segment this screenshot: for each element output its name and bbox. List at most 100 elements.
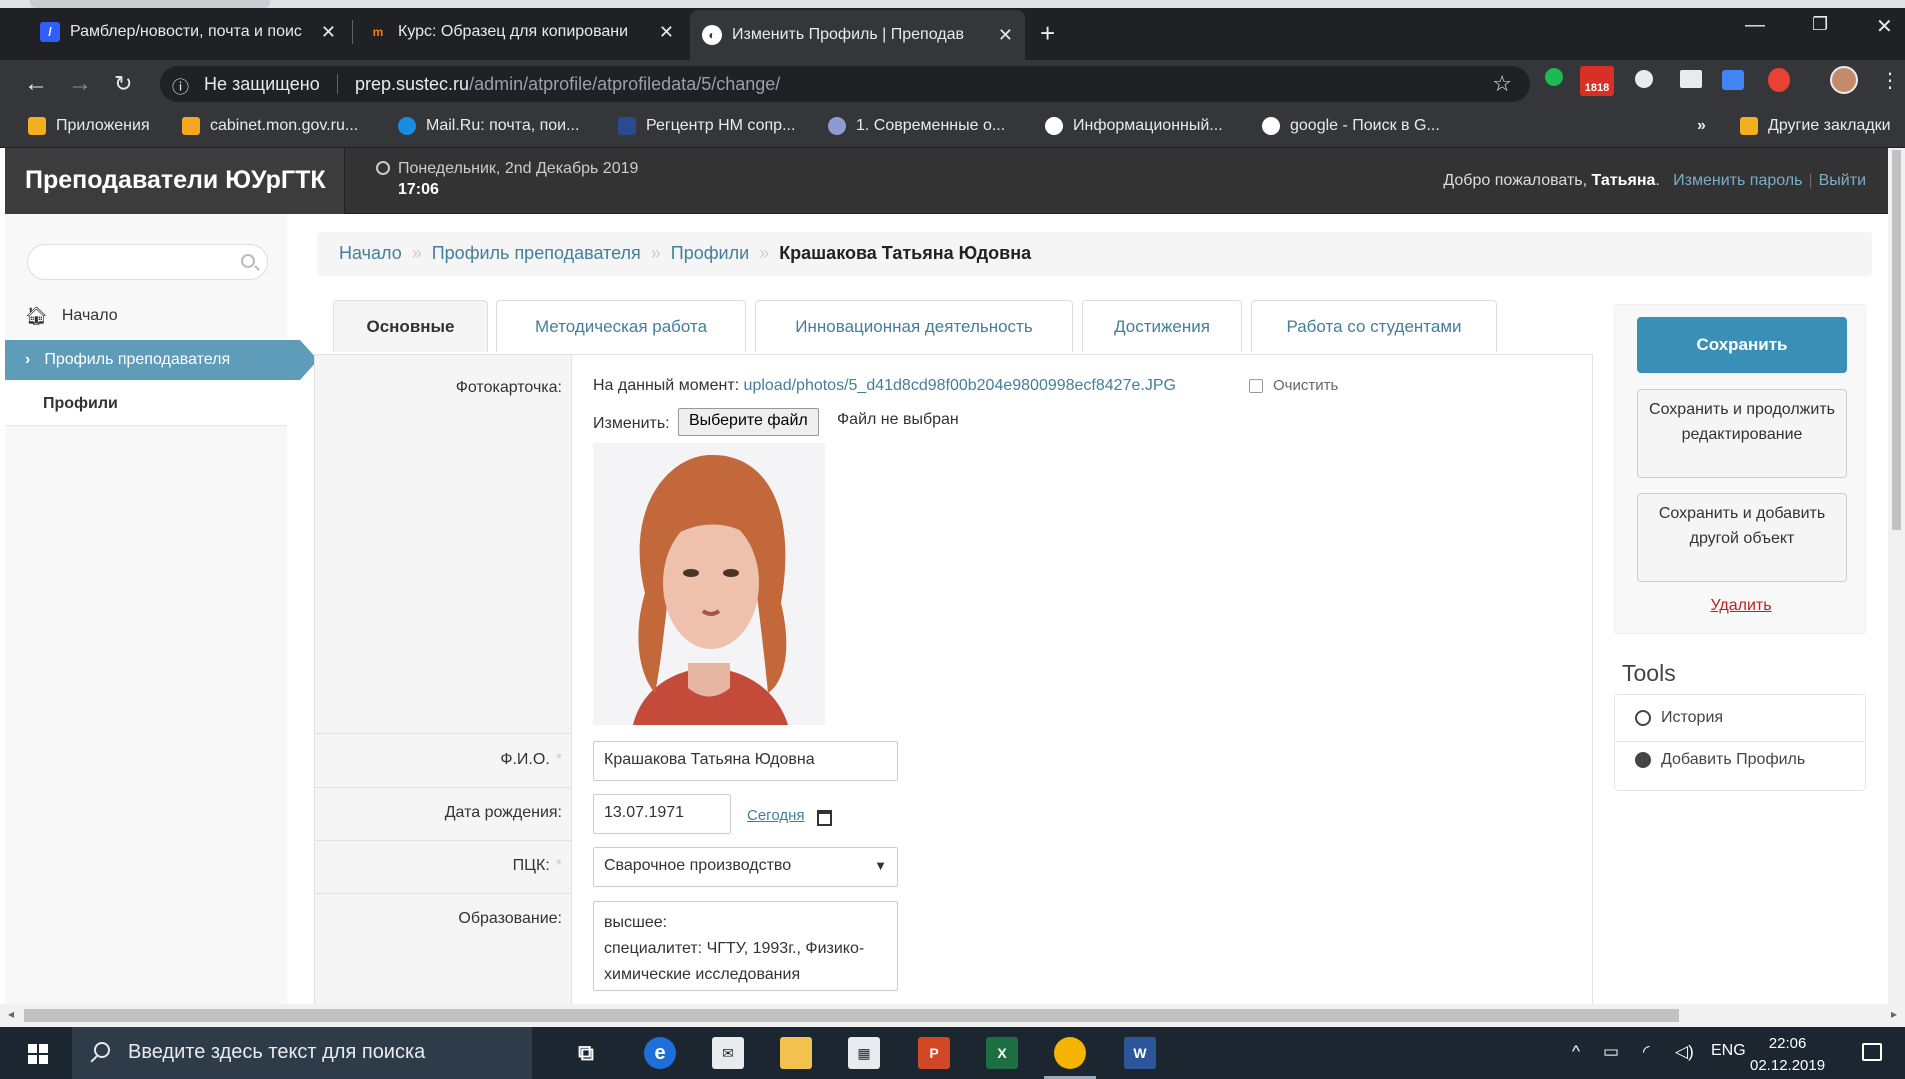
windows-taskbar: Введите здесь текст для поиска ⧉ e ✉ ▦ P… xyxy=(0,1027,1905,1079)
scroll-right-icon[interactable]: ▸ xyxy=(1891,1007,1897,1021)
tab-course[interactable]: m Курс: Образец для копировани ✕ xyxy=(356,12,686,52)
scroll-left-icon[interactable]: ◂ xyxy=(8,1007,14,1021)
url-text[interactable]: prep.sustec.ru/admin/atprofile/atprofile… xyxy=(355,74,780,95)
tab-rambler[interactable]: / Рамблер/новости, почта и поис ✕ xyxy=(28,12,348,52)
tab-main[interactable]: Основные xyxy=(333,300,488,352)
wifi-icon[interactable]: ◜ xyxy=(1643,1042,1650,1062)
education-textarea[interactable]: высшее: специалитет: ЧГТУ, 1993г., Физик… xyxy=(593,901,898,991)
photo-label: Фотокарточка: xyxy=(455,379,562,396)
sidebar-item-teacher-profile[interactable]: › Профиль преподавателя xyxy=(5,340,318,380)
tab-students[interactable]: Работа со студентами xyxy=(1251,300,1497,352)
tab-innovation[interactable]: Инновационная деятельность xyxy=(755,300,1073,352)
sidebar-item-home[interactable]: 🏠︎ Начало xyxy=(5,296,287,336)
logout-link[interactable]: Выйти xyxy=(1819,172,1866,189)
breadcrumb: Начало» Профиль преподавателя» Профили» Кра… xyxy=(317,232,1872,276)
bookmark-star-icon[interactable]: ☆ xyxy=(1492,71,1512,97)
bookmark-regcenter[interactable]: Регцентр НМ сопр... xyxy=(618,117,795,135)
tray-chevron-icon[interactable]: ^ xyxy=(1572,1042,1580,1062)
save-button[interactable]: Сохранить xyxy=(1637,317,1847,373)
window-top-strip xyxy=(0,0,1905,8)
restore-button[interactable]: ❐ xyxy=(1812,14,1828,35)
fio-input[interactable]: Крашакова Татьяна Юдовна xyxy=(593,741,898,781)
change-label: Изменить: xyxy=(593,415,670,432)
volume-icon[interactable]: ◁) xyxy=(1675,1042,1694,1062)
cast-icon[interactable] xyxy=(1680,70,1702,88)
security-label: Не защищено xyxy=(204,74,320,94)
save-continue-button[interactable]: Сохранить и продолжить редактирование xyxy=(1637,389,1847,478)
bookmark-mailru[interactable]: Mail.Ru: почта, пои... xyxy=(398,117,579,135)
change-password-link[interactable]: Изменить пароль xyxy=(1673,172,1802,189)
reload-button[interactable]: ↻ xyxy=(114,71,132,97)
address-bar[interactable]: ⓘ Не защищено prep.sustec.ru/admin/atpro… xyxy=(160,66,1530,102)
choose-file-button[interactable]: Выберите файл xyxy=(678,408,819,436)
delete-link[interactable]: Удалить xyxy=(1615,597,1867,615)
save-add-another-button[interactable]: Сохранить и добавить другой объект xyxy=(1637,493,1847,582)
language-indicator[interactable]: ENG xyxy=(1711,1042,1746,1060)
history-link[interactable]: История xyxy=(1635,709,1723,727)
birth-date-input[interactable]: 13.07.1971 xyxy=(593,794,731,834)
close-tab-icon[interactable]: ✕ xyxy=(321,22,336,43)
network-icon[interactable]: ▭ xyxy=(1603,1042,1619,1062)
breadcrumb-current: Крашакова Татьяна Юдовна xyxy=(779,243,1032,263)
word-icon[interactable]: W xyxy=(1124,1037,1156,1069)
username: Татьяна xyxy=(1591,172,1656,189)
calendar-icon[interactable] xyxy=(817,810,832,826)
extension-green-icon[interactable] xyxy=(1545,68,1563,86)
notification-icon[interactable] xyxy=(1862,1043,1882,1061)
google-icon xyxy=(1262,117,1280,135)
clear-photo-checkbox[interactable] xyxy=(1249,379,1263,393)
powerpoint-icon[interactable]: P xyxy=(918,1037,950,1069)
taskbar-clock[interactable]: 22:06 02.12.2019 xyxy=(1750,1033,1825,1077)
windows-start-icon[interactable] xyxy=(28,1044,48,1064)
tab-methodical[interactable]: Методическая работа xyxy=(496,300,746,352)
task-view-icon[interactable]: ⧉ xyxy=(570,1037,602,1069)
clear-photo-label[interactable]: Очистить xyxy=(1273,377,1338,394)
extension-circle-icon[interactable] xyxy=(1635,70,1653,88)
taskbar-search-input[interactable]: Введите здесь текст для поиска xyxy=(72,1027,532,1079)
edge-icon[interactable]: e xyxy=(644,1037,676,1069)
back-button[interactable]: ← xyxy=(24,70,48,98)
translate-icon[interactable] xyxy=(1722,70,1744,90)
info-icon[interactable]: ⓘ xyxy=(172,73,189,98)
close-window-button[interactable]: ✕ xyxy=(1876,14,1893,39)
add-profile-link[interactable]: Добавить Профиль xyxy=(1635,751,1805,769)
bookmarks-more-button[interactable]: » xyxy=(1697,117,1706,135)
breadcrumb-home[interactable]: Начало xyxy=(339,243,402,263)
vertical-scrollbar[interactable] xyxy=(1888,148,1905,1004)
horizontal-scrollbar[interactable]: ◂ ▸ xyxy=(0,1004,1905,1027)
minimize-button[interactable]: — xyxy=(1745,14,1765,37)
current-photo-link[interactable]: upload/photos/5_d41d8cd98f00b204e9800998… xyxy=(744,377,1176,394)
chevron-right-icon: › xyxy=(25,351,31,368)
bookmark-modern[interactable]: 1. Современные о... xyxy=(828,117,1005,135)
avatar[interactable] xyxy=(1830,66,1858,94)
bookmark-cabinet[interactable]: cabinet.mon.gov.ru... xyxy=(182,117,358,135)
tab-edit-profile[interactable]: ◐ Изменить Профиль | Преподав ✕ xyxy=(690,10,1025,60)
pck-select[interactable]: Сварочное производство ▼ xyxy=(593,847,898,887)
file-explorer-icon[interactable] xyxy=(780,1037,812,1069)
page-content: Преподаватели ЮУрГТК Понедельник, 2nd Де… xyxy=(5,148,1888,1004)
sidebar-search-input[interactable] xyxy=(27,244,268,280)
bookmark-info[interactable]: Информационный... xyxy=(1045,117,1223,135)
new-tab-button[interactable]: + xyxy=(1040,18,1055,49)
site-brand[interactable]: Преподаватели ЮУрГТК xyxy=(5,148,345,214)
mail-badge-icon[interactable]: 1818 xyxy=(1580,66,1614,96)
chrome-icon[interactable] xyxy=(1044,1037,1096,1079)
apps-grid-icon xyxy=(28,117,46,135)
close-tab-icon[interactable]: ✕ xyxy=(998,25,1013,46)
excel-icon[interactable]: X xyxy=(986,1037,1018,1069)
bookmark-apps[interactable]: Приложения xyxy=(28,117,150,135)
sidebar-item-profiles[interactable]: Профили xyxy=(5,382,287,426)
store-icon[interactable]: ▦ xyxy=(848,1037,880,1069)
adblock-icon[interactable] xyxy=(1768,68,1790,92)
bookmark-google[interactable]: google - Поиск в G... xyxy=(1262,117,1440,135)
forward-button[interactable]: → xyxy=(68,70,92,98)
menu-dots-icon[interactable]: ⋮ xyxy=(1880,68,1900,93)
mail-icon[interactable]: ✉ xyxy=(712,1037,744,1069)
tab-achievements[interactable]: Достижения xyxy=(1082,300,1242,352)
today-link[interactable]: Сегодня xyxy=(747,807,805,824)
no-file-text: Файл не выбран xyxy=(837,411,959,428)
bookmark-other[interactable]: Другие закладки xyxy=(1740,117,1891,135)
breadcrumb-model[interactable]: Профили xyxy=(671,243,749,263)
breadcrumb-app[interactable]: Профиль преподавателя xyxy=(432,243,641,263)
close-tab-icon[interactable]: ✕ xyxy=(659,22,674,43)
